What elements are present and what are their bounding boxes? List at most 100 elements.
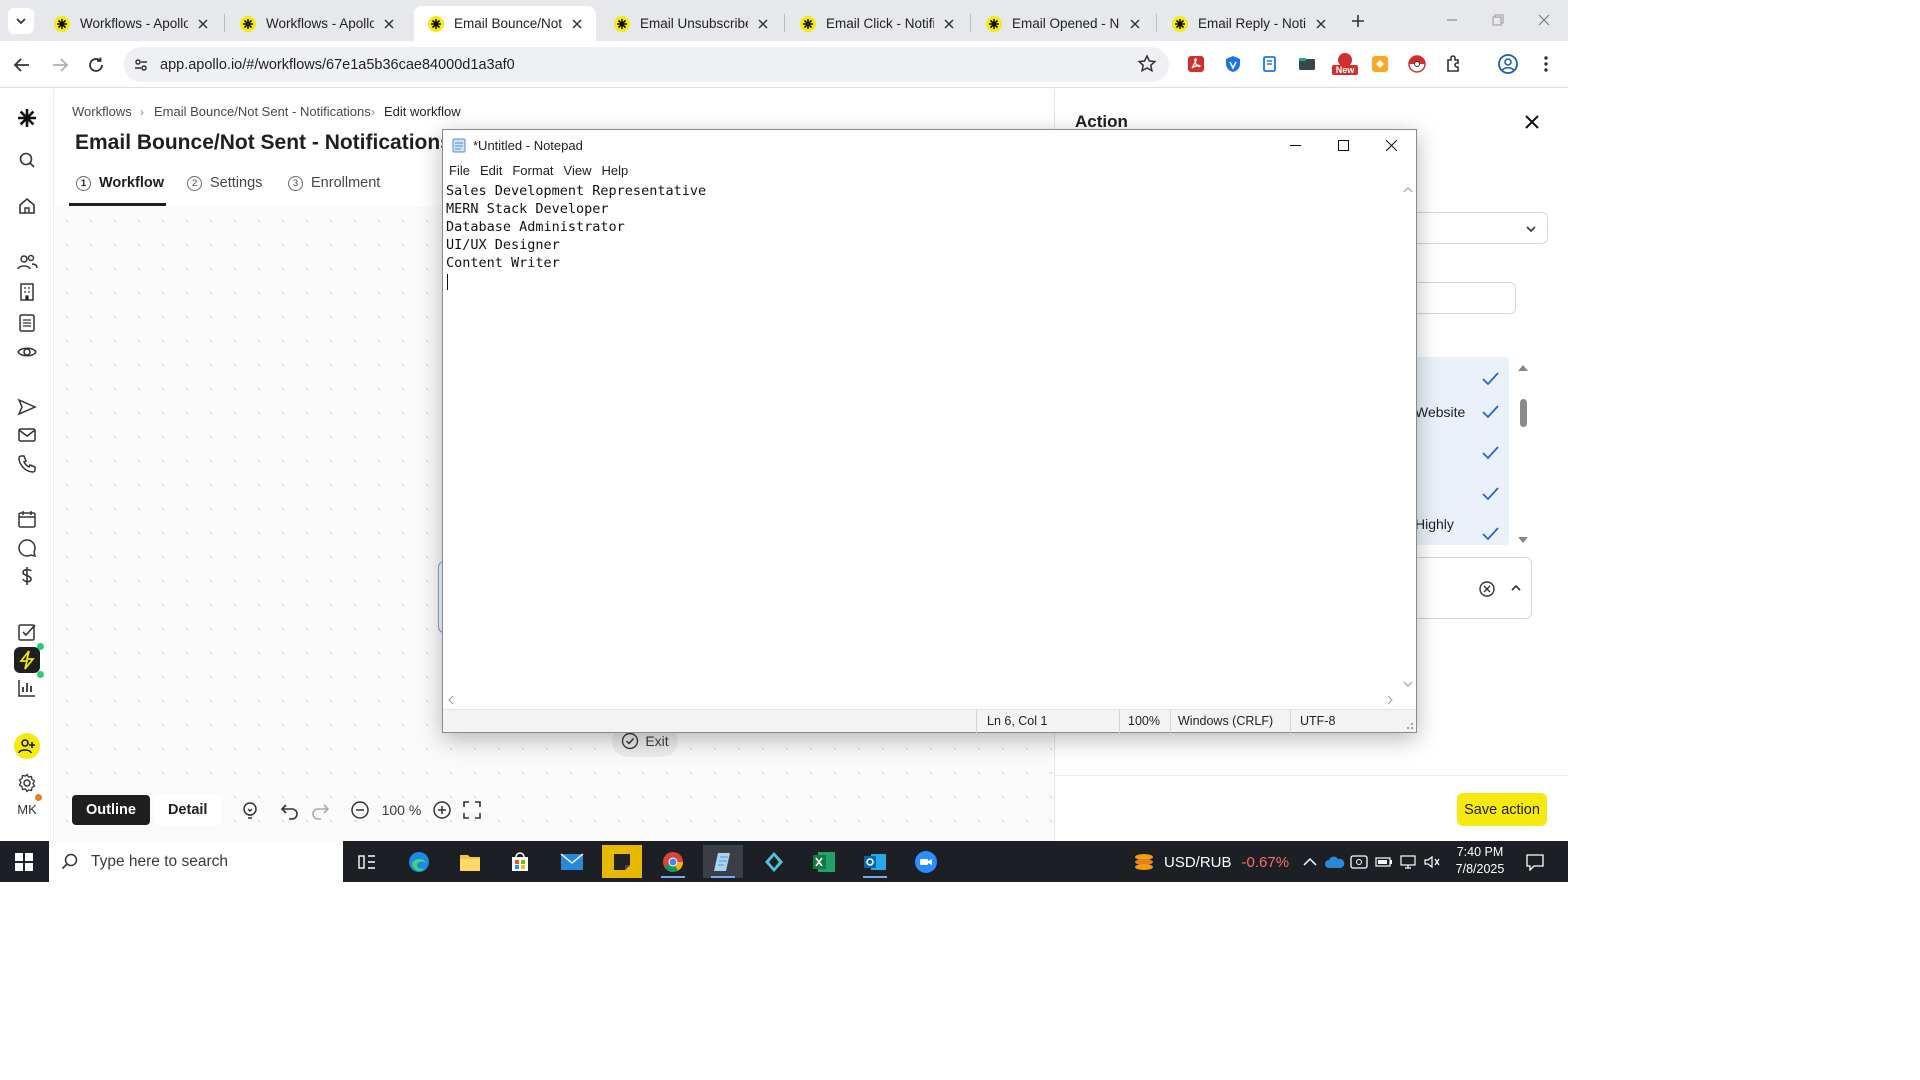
tasks-icon[interactable] bbox=[14, 619, 40, 645]
start-button[interactable] bbox=[0, 841, 48, 882]
vertical-scrollbar[interactable] bbox=[1400, 182, 1416, 692]
folder-extension-icon[interactable] bbox=[1295, 52, 1319, 76]
close-tab-icon[interactable] bbox=[1312, 15, 1330, 33]
check-icon[interactable] bbox=[1480, 443, 1502, 465]
edge-icon[interactable] bbox=[399, 845, 439, 878]
browser-tab[interactable]: Workflows - Apollo bbox=[226, 6, 408, 41]
notepad-text-area[interactable]: Sales Development Representative MERN St… bbox=[446, 182, 1396, 690]
reload-button[interactable] bbox=[82, 51, 110, 79]
new-tab-button[interactable] bbox=[1346, 9, 1370, 33]
check-icon[interactable] bbox=[1480, 369, 1502, 391]
breadcrumb-workflow-name[interactable]: Email Bounce/Not Sent - Notifications bbox=[154, 104, 371, 119]
docs-extension-icon[interactable] bbox=[1258, 52, 1282, 76]
breadcrumb-workflows[interactable]: Workflows bbox=[72, 104, 132, 119]
scrollbar-thumb[interactable] bbox=[1520, 399, 1527, 427]
search-icon[interactable] bbox=[14, 147, 40, 173]
battery-icon[interactable] bbox=[1374, 852, 1394, 872]
outlook-icon[interactable] bbox=[855, 845, 895, 878]
notepad-maximize-button[interactable] bbox=[1320, 130, 1366, 160]
sequences-icon[interactable] bbox=[14, 394, 40, 420]
menu-edit[interactable]: Edit bbox=[480, 163, 502, 178]
notepad-minimize-button[interactable] bbox=[1272, 130, 1318, 160]
menu-view[interactable]: View bbox=[564, 163, 592, 178]
horizontal-scrollbar[interactable] bbox=[443, 692, 1400, 708]
add-user-icon[interactable] bbox=[14, 733, 40, 759]
bookmark-star-icon[interactable] bbox=[1137, 54, 1157, 79]
tracking-icon[interactable] bbox=[14, 339, 40, 365]
check-icon[interactable] bbox=[1480, 402, 1502, 424]
avatar[interactable]: MK bbox=[14, 794, 42, 822]
close-tab-icon[interactable] bbox=[1126, 15, 1144, 33]
forward-button[interactable] bbox=[46, 51, 74, 79]
extensions-puzzle-icon[interactable] bbox=[1442, 52, 1466, 76]
options-scrollbar[interactable] bbox=[1517, 359, 1529, 543]
close-icon[interactable] bbox=[1521, 111, 1543, 133]
menu-help[interactable]: Help bbox=[601, 163, 628, 178]
phone-icon[interactable] bbox=[14, 451, 40, 477]
browser-tab-active[interactable]: Email Bounce/Not Se bbox=[414, 6, 596, 41]
close-tab-icon[interactable] bbox=[568, 15, 586, 33]
file-explorer-icon[interactable] bbox=[450, 845, 490, 878]
onedrive-icon[interactable] bbox=[1325, 852, 1345, 872]
chevron-up-icon[interactable] bbox=[1300, 852, 1320, 872]
site-info-icon[interactable] bbox=[126, 50, 156, 80]
shield-extension-icon[interactable] bbox=[1221, 52, 1245, 76]
meet-now-icon[interactable] bbox=[1349, 852, 1369, 872]
outline-view-button[interactable]: Outline bbox=[72, 795, 150, 825]
app-icon[interactable] bbox=[754, 845, 794, 878]
browser-tab[interactable]: Email Opened - Notifi bbox=[972, 6, 1154, 41]
close-tab-icon[interactable] bbox=[940, 15, 958, 33]
currency-ticker[interactable]: USD/RUB -0.67% bbox=[1132, 851, 1289, 873]
apollo-logo-icon[interactable] bbox=[14, 105, 40, 131]
tag-extension-icon[interactable] bbox=[1368, 52, 1392, 76]
companies-icon[interactable] bbox=[14, 279, 40, 305]
browser-menu-icon[interactable] bbox=[1534, 52, 1558, 76]
sticky-notes-icon[interactable] bbox=[602, 845, 642, 878]
redo-button[interactable] bbox=[305, 795, 335, 825]
settings-icon[interactable] bbox=[14, 770, 40, 796]
deals-icon[interactable] bbox=[14, 563, 40, 589]
fit-view-button[interactable] bbox=[457, 795, 487, 825]
people-icon[interactable] bbox=[14, 249, 40, 275]
zoom-app-icon[interactable] bbox=[906, 845, 946, 878]
address-bar[interactable]: app.apollo.io/#/workflows/67e1a5b36cae84… bbox=[124, 47, 1169, 82]
browser-restore-button[interactable] bbox=[1482, 8, 1514, 32]
close-tab-icon[interactable] bbox=[194, 15, 212, 33]
system-clock[interactable]: 7:40 PM 7/8/2025 bbox=[1448, 844, 1512, 878]
resize-grip-icon[interactable] bbox=[1404, 720, 1414, 730]
tab-search-button[interactable] bbox=[8, 8, 34, 34]
tab-enrollment[interactable]: 3 Enrollment bbox=[288, 175, 380, 191]
browser-tab[interactable]: Email Reply - Notifica bbox=[1158, 6, 1340, 41]
zoom-out-button[interactable] bbox=[345, 795, 375, 825]
home-icon[interactable] bbox=[14, 193, 40, 219]
notifications-icon[interactable] bbox=[1524, 851, 1546, 873]
tab-settings[interactable]: 2 Settings bbox=[187, 175, 262, 191]
browser-tab[interactable]: Workflows - Apollo bbox=[40, 6, 222, 41]
store-icon[interactable] bbox=[500, 845, 540, 878]
new-badge-extension-icon[interactable]: New bbox=[1331, 52, 1359, 76]
zoom-in-button[interactable] bbox=[427, 795, 457, 825]
lists-icon[interactable] bbox=[14, 310, 40, 336]
browser-close-button[interactable] bbox=[1528, 8, 1560, 32]
clear-circle-icon[interactable] bbox=[1478, 580, 1496, 598]
menu-file[interactable]: File bbox=[449, 163, 470, 178]
network-icon[interactable] bbox=[1398, 852, 1418, 872]
mail-icon[interactable] bbox=[552, 845, 592, 878]
notepad-titlebar[interactable]: *Untitled - Notepad bbox=[443, 130, 1416, 160]
excel-icon[interactable] bbox=[804, 845, 844, 878]
detail-view-button[interactable]: Detail bbox=[153, 795, 222, 825]
menu-format[interactable]: Format bbox=[512, 163, 553, 178]
check-icon[interactable] bbox=[1480, 524, 1502, 546]
undo-button[interactable] bbox=[275, 795, 305, 825]
email-icon[interactable] bbox=[14, 422, 40, 448]
notepad-window[interactable]: *Untitled - Notepad File Edit Format Vie… bbox=[442, 129, 1417, 733]
tips-button[interactable] bbox=[235, 795, 265, 825]
browser-minimize-button[interactable] bbox=[1436, 8, 1468, 32]
back-button[interactable] bbox=[8, 51, 36, 79]
save-action-button[interactable]: Save action bbox=[1457, 793, 1547, 826]
check-icon[interactable] bbox=[1480, 484, 1502, 506]
browser-tab[interactable]: Email Unsubscribe - I bbox=[600, 6, 782, 41]
pokeball-extension-icon[interactable] bbox=[1405, 52, 1429, 76]
chrome-icon[interactable] bbox=[653, 845, 693, 878]
close-tab-icon[interactable] bbox=[380, 15, 398, 33]
